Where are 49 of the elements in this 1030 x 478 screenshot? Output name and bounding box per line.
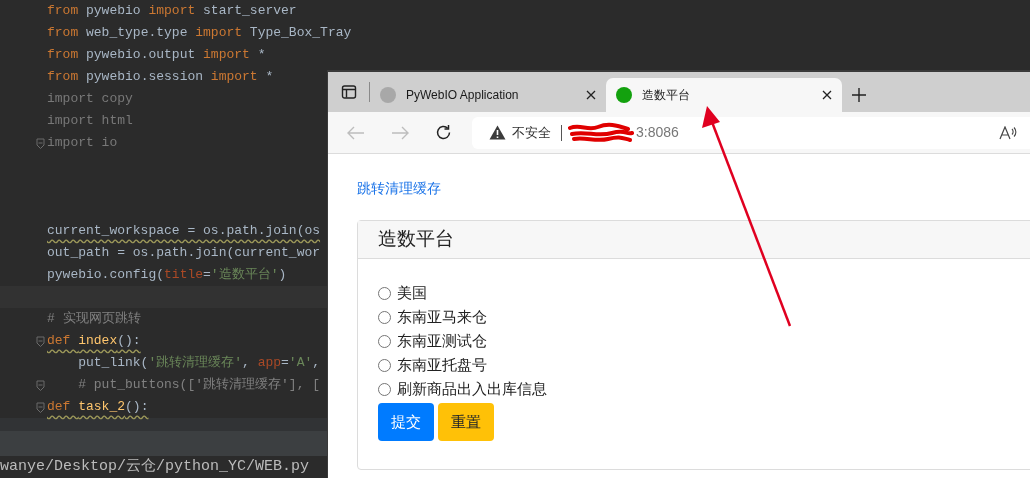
- reset-button[interactable]: 重置: [438, 403, 494, 441]
- tab-title: 造数平台: [642, 87, 691, 104]
- radio-button[interactable]: [378, 334, 391, 348]
- code-line: from pywebio.output import *: [47, 46, 266, 65]
- code-line: import copy: [47, 90, 133, 109]
- option-label: 东南亚测试仓: [397, 330, 487, 351]
- read-aloud-icon[interactable]: [999, 125, 1017, 140]
- tab-list-icon[interactable]: [341, 84, 357, 100]
- option-label: 东南亚托盘号: [397, 354, 487, 375]
- url-text: 3:8086: [636, 123, 680, 142]
- tab-title: PyWebIO Application: [406, 87, 520, 104]
- redaction-scribble: [568, 121, 634, 144]
- code-line: import html: [47, 112, 133, 131]
- option-label: 美国: [397, 282, 427, 303]
- warning-icon: [489, 125, 506, 140]
- radio-button[interactable]: [378, 382, 391, 396]
- code-line: import io: [47, 134, 118, 153]
- option-label: 东南亚马来仓: [397, 306, 487, 327]
- option-label: 刷新商品出入出库信息: [397, 378, 547, 399]
- fold-icon[interactable]: [36, 401, 45, 413]
- code-line: current_workspace = os.path.join(os: [47, 222, 321, 241]
- code-line: # 实现网页跳转: [47, 310, 141, 329]
- code-line: from pywebio import start_server: [47, 2, 297, 21]
- reload-icon[interactable]: [435, 124, 452, 141]
- code-line: out_path = os.path.join(current_wor: [47, 244, 321, 263]
- page-link[interactable]: 跳转清理缓存: [357, 178, 441, 199]
- code-line: from web_type.type import Type_Box_Tray: [47, 24, 352, 43]
- new-tab-icon[interactable]: [852, 88, 866, 102]
- close-icon[interactable]: [822, 90, 832, 100]
- card-title: 造数平台: [378, 227, 454, 252]
- fold-icon[interactable]: [36, 137, 45, 149]
- code-line: def index():: [47, 332, 141, 351]
- security-label: 不安全: [512, 123, 551, 142]
- radio-button[interactable]: [378, 286, 391, 300]
- radio-button[interactable]: [378, 310, 391, 324]
- code-line: def task_2():: [47, 398, 149, 417]
- code-line: pywebio.config(title='造数平台'): [47, 266, 287, 285]
- code-line: put_link('跳转清理缓存', app='A',: [77, 354, 321, 373]
- address-bar[interactable]: 不安全 3:8086: [472, 116, 1030, 149]
- radio-button[interactable]: [378, 358, 391, 372]
- fold-icon[interactable]: [36, 379, 45, 391]
- code-line: from pywebio.session import *: [47, 68, 274, 87]
- close-icon[interactable]: [586, 90, 596, 100]
- fold-icon[interactable]: [36, 335, 45, 347]
- file-path: wanye/Desktop/云仓/python_YC/WEB.py: [0, 456, 310, 477]
- submit-button[interactable]: 提交: [378, 403, 434, 441]
- browser-tab[interactable]: PyWebIO Application: [370, 78, 606, 112]
- browser-tab[interactable]: 造数平台: [606, 78, 842, 112]
- code-line: # put_buttons(['跳转清理缓存'], [: [77, 376, 321, 395]
